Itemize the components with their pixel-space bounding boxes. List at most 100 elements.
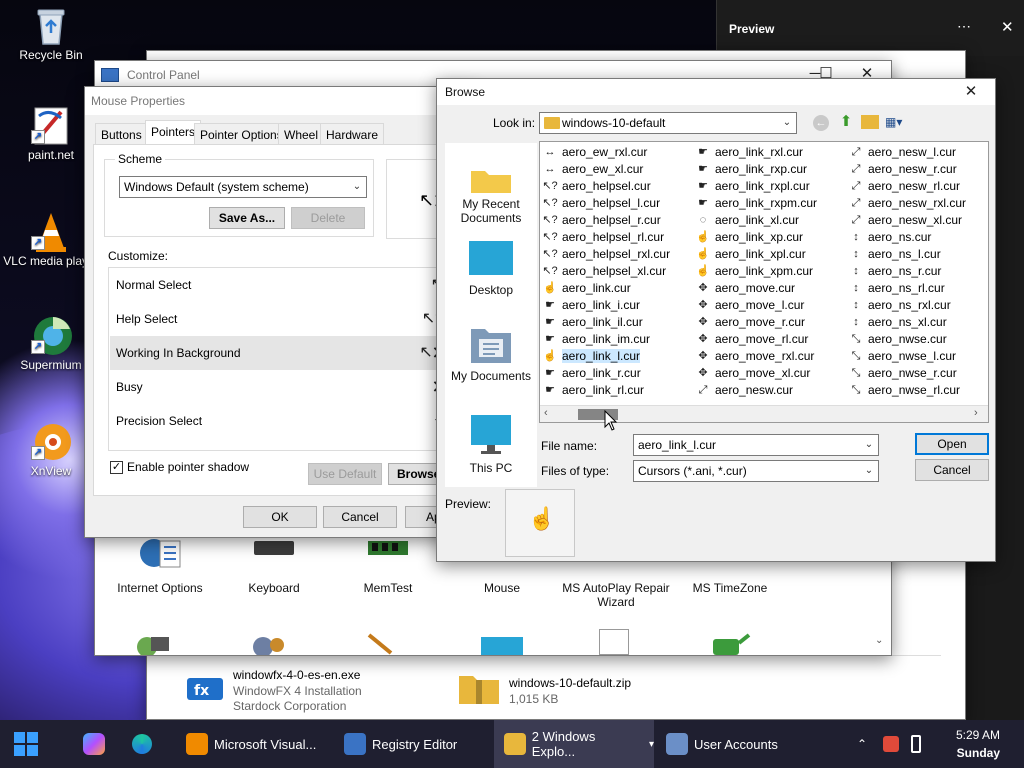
file-type-select[interactable]: Cursors (*.ani, *.cur) ⌄ (633, 460, 879, 482)
watering-can-icon[interactable] (707, 629, 751, 655)
file-item[interactable]: ☛ aero_link_rxl.cur (693, 144, 817, 161)
cursor-list[interactable]: Normal Select↖ Help Select↖? Working In … (108, 267, 458, 451)
taskbar-app-user-accounts[interactable]: User Accounts (666, 720, 806, 768)
tab-pointers[interactable]: Pointers (145, 120, 202, 145)
cursor-row-precision-select[interactable]: Precision Select+ (110, 404, 456, 438)
file-item[interactable]: ☛ aero_link_rl.cur (540, 382, 670, 399)
file-item[interactable]: ☛ aero_link_rxpl.cur (693, 178, 817, 195)
file-item[interactable]: ⤢ aero_nesw_l.cur (846, 144, 966, 161)
file-item[interactable]: ↖? aero_helpsel_xl.cur (540, 263, 670, 280)
tab-pointer-options[interactable]: Pointer Options (194, 123, 289, 145)
file-item[interactable]: ◌ aero_link_xl.cur (693, 212, 817, 229)
open-button[interactable]: Open (915, 433, 989, 455)
file-list[interactable]: ↔ aero_ew_rxl.cur ↔ aero_ew_xl.cur ↖? aero_he… (539, 141, 989, 423)
file-item[interactable]: ⤢ aero_nesw_xl.cur (846, 212, 966, 229)
tab-wheel[interactable]: Wheel (278, 123, 325, 145)
tab-buttons[interactable]: Buttons (95, 123, 148, 145)
gears-icon[interactable] (249, 629, 285, 657)
place-recent-documents[interactable]: My Recent Documents (445, 165, 537, 225)
scheme-select[interactable]: Windows Default (system scheme) ⌄ (119, 176, 367, 198)
delete-button[interactable]: Delete (291, 207, 365, 229)
cursor-row-busy[interactable]: Busy⧗ (110, 370, 456, 404)
file-item-windowfx[interactable]: fx windowfx-4-0-es-en.exe WindowFX 4 Ins… (177, 664, 437, 716)
file-item[interactable]: ⤡ aero_nwse_rl.cur (846, 382, 966, 399)
cp-item-memtest[interactable]: MemTest (333, 535, 443, 595)
file-item[interactable]: ☝ aero_link_xp.cur (693, 229, 817, 246)
tray-security-button[interactable] (880, 720, 902, 768)
file-item[interactable]: ↕ aero_ns.cur (846, 229, 966, 246)
file-item[interactable]: ↖? aero_helpsel_l.cur (540, 195, 670, 212)
file-name-input[interactable]: aero_link_l.cur ⌄ (633, 434, 879, 456)
file-item[interactable]: ✥ aero_move_rl.cur (693, 331, 817, 348)
file-item[interactable]: ↖? aero_helpsel.cur (540, 178, 670, 195)
file-item[interactable]: ↖? aero_helpsel_rxl.cur (540, 246, 670, 263)
cp-partial-icon-1[interactable] (135, 629, 171, 657)
file-item[interactable]: ⤡ aero_nwse_l.cur (846, 348, 966, 365)
file-item[interactable]: ✥ aero_move_l.cur (693, 297, 817, 314)
close-icon[interactable]: ✕ (1001, 18, 1014, 36)
save-as-button[interactable]: Save As... (209, 207, 285, 229)
more-icon[interactable]: ⋯ (957, 18, 971, 35)
file-item[interactable]: ⤢ aero_nesw_rl.cur (846, 178, 966, 195)
file-item[interactable]: ☝ aero_link_l.cur (540, 348, 670, 365)
file-item[interactable]: ⤡ aero_nwse_r.cur (846, 365, 966, 382)
file-item[interactable]: ⤢ aero_nesw.cur (693, 382, 817, 399)
cursor-row-help-select[interactable]: Help Select ↖? (110, 302, 456, 336)
file-item[interactable]: ⤢ aero_nesw_rxl.cur (846, 195, 966, 212)
file-item[interactable]: ☛ aero_link_i.cur (540, 297, 670, 314)
file-item[interactable]: ✥ aero_move_rxl.cur (693, 348, 817, 365)
file-item[interactable]: ☛ aero_link_im.cur (540, 331, 670, 348)
place-desktop[interactable]: Desktop (445, 239, 537, 297)
place-my-documents[interactable]: My Documents (445, 325, 537, 383)
scroll-right-icon[interactable]: › (974, 407, 978, 419)
file-item[interactable]: ☛ aero_link_r.cur (540, 365, 670, 382)
clock[interactable]: 5:29 AM Sunday (940, 720, 1000, 768)
tray-usb-button[interactable] (906, 720, 926, 768)
file-item[interactable]: ↕ aero_ns_r.cur (846, 263, 966, 280)
scroll-down-icon[interactable]: ⌄ (875, 635, 883, 646)
file-item-zip[interactable]: windows-10-default.zip 1,015 KB (457, 664, 697, 716)
tools-icon[interactable] (363, 629, 399, 655)
place-this-pc[interactable]: This PC (445, 413, 537, 475)
file-item[interactable]: ↔ aero_ew_rxl.cur (540, 144, 670, 161)
file-item[interactable]: ⤡ aero_nwse.cur (846, 331, 966, 348)
file-item[interactable]: ✥ aero_move.cur (693, 280, 817, 297)
cp-item-keyboard[interactable]: Keyboard (219, 535, 329, 595)
new-folder-icon[interactable] (861, 115, 879, 129)
file-item[interactable]: ☝ aero_link_xpl.cur (693, 246, 817, 263)
use-default-button[interactable]: Use Default (308, 463, 382, 485)
file-item[interactable]: ☛ aero_link_rxpm.cur (693, 195, 817, 212)
file-item[interactable]: ☛ aero_link_rxp.cur (693, 161, 817, 178)
file-item[interactable]: ↕ aero_ns_l.cur (846, 246, 966, 263)
tray-overflow-button[interactable]: ⌃ (852, 720, 872, 768)
tab-hardware[interactable]: Hardware (320, 123, 385, 145)
up-folder-icon[interactable]: ⬆ (837, 113, 855, 131)
cursor-row-normal-select[interactable]: Normal Select↖ (110, 268, 456, 302)
cp-item-internet-options[interactable]: Internet Options (105, 535, 215, 595)
monitor-icon[interactable] (481, 637, 523, 655)
file-item[interactable]: ☝ aero_link_xpm.cur (693, 263, 817, 280)
file-item[interactable]: ↕ aero_ns_xl.cur (846, 314, 966, 331)
cancel-button[interactable]: Cancel (915, 459, 989, 481)
copilot-button[interactable] (80, 720, 108, 768)
file-item[interactable]: ☛ aero_link_il.cur (540, 314, 670, 331)
taskbar-app-windows-explorer[interactable]: 2 Windows Explo... ▾ (494, 720, 654, 768)
file-item[interactable]: ↕ aero_ns_rl.cur (846, 280, 966, 297)
file-item[interactable]: ✥ aero_move_xl.cur (693, 365, 817, 382)
file-item[interactable]: ☝ aero_link.cur (540, 280, 670, 297)
start-button[interactable] (10, 720, 42, 768)
back-icon[interactable]: ← (813, 115, 829, 131)
close-button[interactable]: ✕ (951, 79, 991, 107)
enable-shadow-checkbox[interactable]: ✓ Enable pointer shadow (110, 459, 249, 475)
edge-button[interactable] (128, 720, 156, 768)
scroll-left-icon[interactable]: ‹ (544, 407, 548, 419)
view-menu-icon[interactable]: ▦▾ (885, 115, 911, 131)
cancel-button[interactable]: Cancel (323, 506, 397, 528)
ok-button[interactable]: OK (243, 506, 317, 528)
desktop-icon-recycle-bin[interactable]: Recycle Bin (3, 4, 99, 62)
file-item[interactable]: ↖? aero_helpsel_r.cur (540, 212, 670, 229)
cursor-row-text-select[interactable]: I (110, 438, 456, 450)
file-item[interactable]: ✥ aero_move_r.cur (693, 314, 817, 331)
file-item[interactable]: ⤢ aero_nesw_r.cur (846, 161, 966, 178)
look-in-select[interactable]: windows-10-default ⌄ (539, 112, 797, 134)
